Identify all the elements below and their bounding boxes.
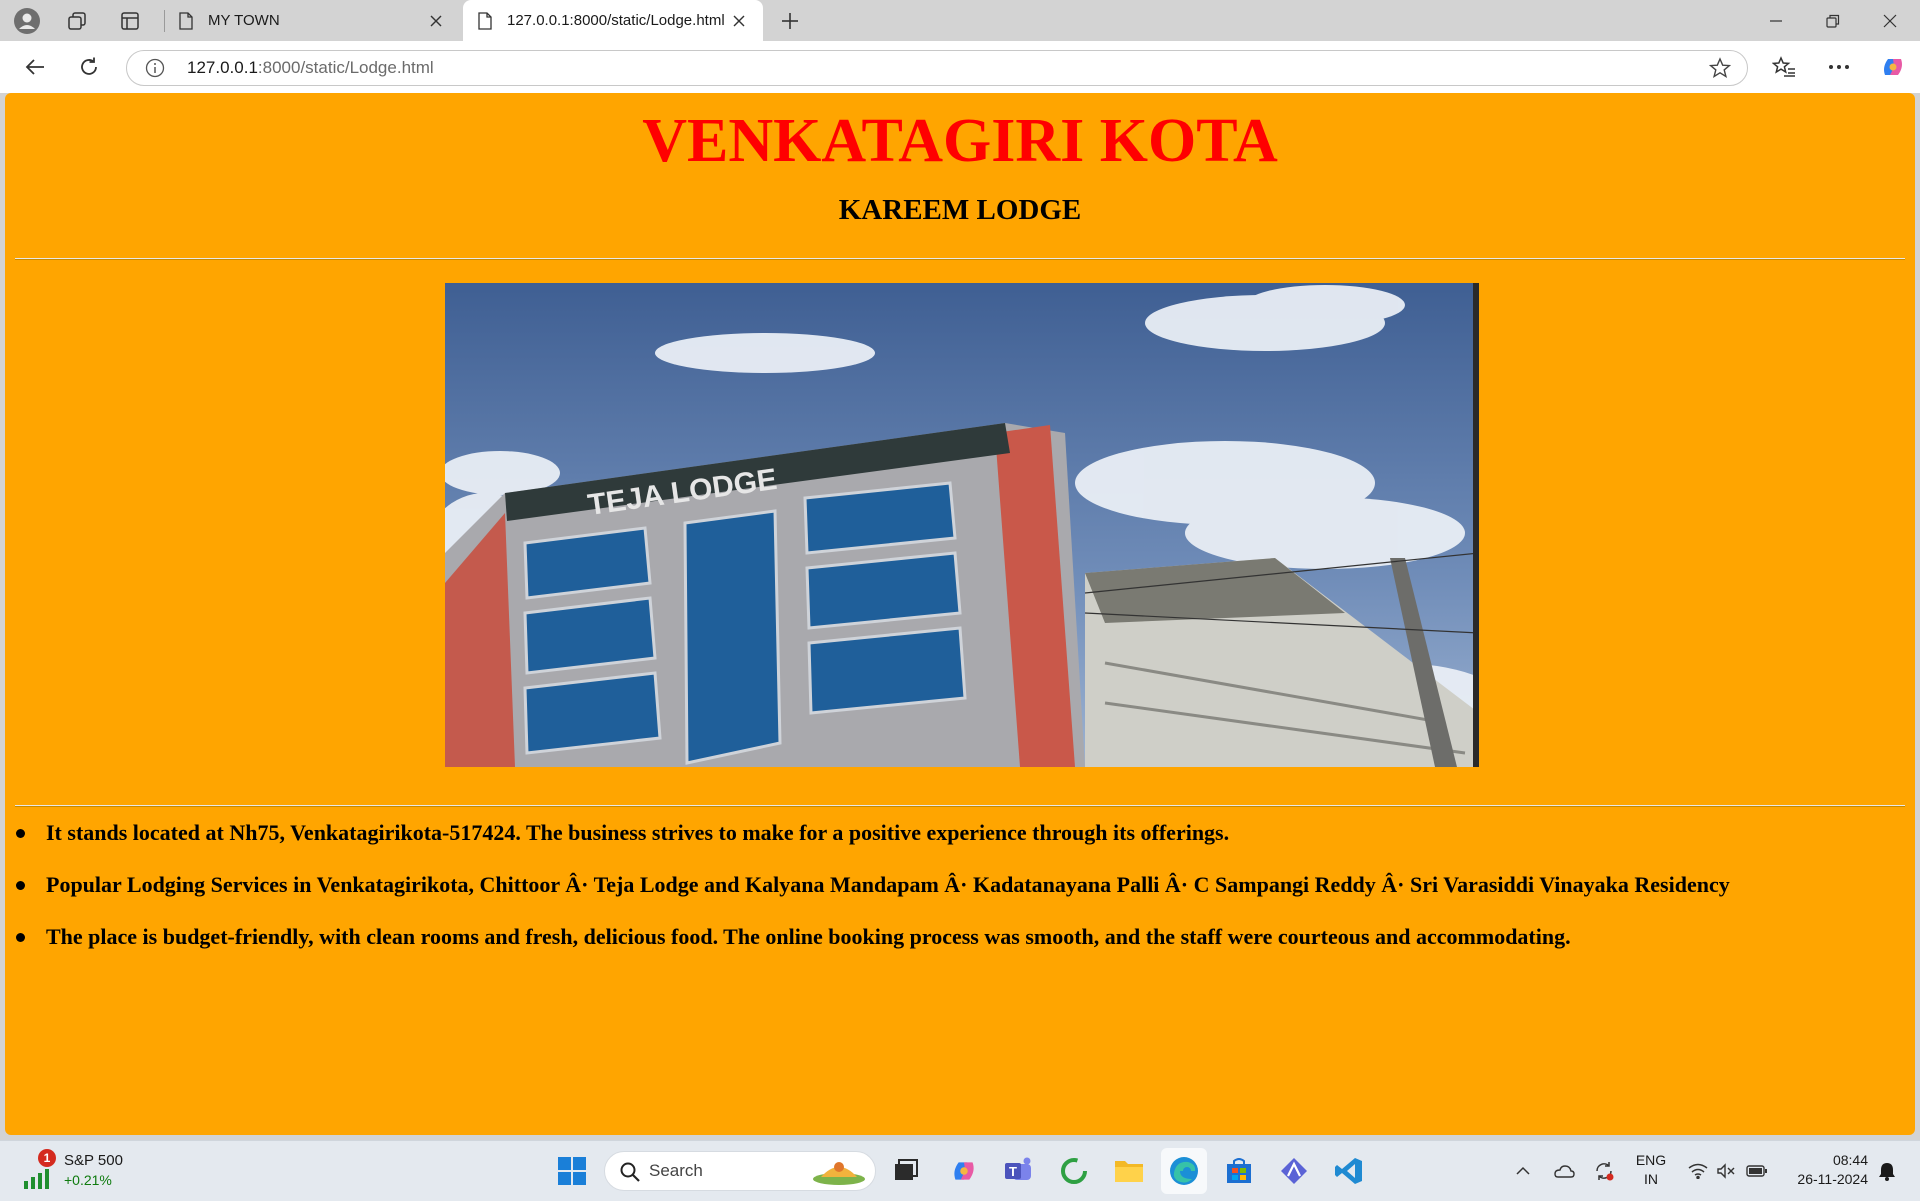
language-indicator[interactable]: ENG IN [1626,1151,1676,1189]
notification-badge: 1 [38,1149,56,1167]
search-placeholder: Search [649,1161,703,1180]
clock-time: 08:44 [1832,1152,1868,1168]
workspaces-icon[interactable] [62,6,92,36]
stock-widget[interactable]: 1 S&P 500 +0.21% [22,1149,142,1193]
page-icon [478,11,492,30]
url-text[interactable]: 127.0.0.1:8000/static/Lodge.html [187,51,434,85]
tab-my-town[interactable]: MY TOWN [164,0,460,41]
edge-icon[interactable] [1161,1148,1207,1194]
wifi-icon[interactable] [1684,1141,1712,1201]
tab-lodge[interactable]: 127.0.0.1:8000/static/Lodge.html [463,0,763,41]
stock-change: +0.21% [64,1172,112,1188]
stock-name: S&P 500 [64,1152,123,1169]
lodge-info-list: It stands located at Nh75, Venkatagiriko… [5,816,1915,972]
language-code: ENG [1635,1152,1667,1168]
page-viewport: VENKATAGIRI KOTA KAREEM LODGE TEJA LODGE… [5,93,1915,1135]
store-icon[interactable] [1216,1148,1262,1194]
lodge-name: KAREEM LODGE [838,194,1082,226]
show-hidden-icons-icon[interactable] [1508,1141,1538,1201]
stock-chart-icon [24,1169,49,1189]
close-tab-icon[interactable] [426,11,446,31]
close-tab-icon[interactable] [729,11,749,31]
start-icon[interactable] [549,1148,595,1194]
taskbar-search[interactable]: Search [604,1151,876,1191]
list-item: It stands located at Nh75, Venkatagiriko… [5,816,1915,868]
notifications-bell-icon[interactable] [1872,1141,1902,1201]
affinity-icon[interactable] [1271,1148,1317,1194]
lodge-photo: TEJA LODGE [445,283,1479,767]
system-clock[interactable]: 08:44 26-11-2024 [1778,1151,1868,1189]
region-code: IN [1644,1171,1658,1187]
copilot-app-icon[interactable] [941,1148,987,1194]
refresh-app-icon[interactable] [1051,1148,1097,1194]
taskbar: 1 S&P 500 +0.21% Search T ENG IN 08:44 2… [0,1140,1920,1201]
browser-toolbar: 127.0.0.1:8000/static/Lodge.html [0,41,1920,93]
url-host: 127.0.0.1 [187,58,258,77]
tab-strip: MY TOWN 127.0.0.1:8000/static/Lodge.html [0,0,1920,41]
page-title: VENKATAGIRI KOTA [642,107,1278,175]
tab-title: 127.0.0.1:8000/static/Lodge.html [507,12,725,29]
refresh-icon[interactable] [72,50,106,84]
minimize-icon[interactable] [1748,0,1804,41]
volume-muted-icon[interactable] [1712,1141,1740,1201]
favorites-icon[interactable] [1767,50,1801,84]
onedrive-icon[interactable] [1548,1141,1580,1201]
close-window-icon[interactable] [1862,0,1918,41]
back-icon[interactable] [18,50,52,84]
divider-bottom [15,805,1905,807]
site-info-icon[interactable] [145,58,165,78]
favorite-star-icon[interactable] [1709,57,1731,79]
search-icon [620,1162,640,1182]
list-item: The place is budget-friendly, with clean… [5,920,1915,972]
list-item: Popular Lodging Services in Venkatagirik… [5,868,1915,920]
tab-actions-icon[interactable] [115,6,145,36]
divider-top [15,258,1905,260]
clock-date: 26-11-2024 [1797,1171,1868,1187]
teams-icon[interactable]: T [996,1148,1042,1194]
svg-text:T: T [1009,1164,1017,1179]
task-view-icon[interactable] [883,1148,929,1194]
profile-icon[interactable] [12,6,42,36]
more-icon[interactable] [1822,50,1856,84]
search-highlight-icon [813,1162,865,1185]
battery-icon[interactable] [1742,1141,1772,1201]
restore-icon[interactable] [1805,0,1861,41]
sync-icon[interactable] [1588,1141,1620,1201]
file-explorer-icon[interactable] [1106,1148,1152,1194]
vscode-icon[interactable] [1326,1148,1372,1194]
page-icon [179,11,193,30]
url-path: :8000/static/Lodge.html [257,58,434,77]
tab-title: MY TOWN [208,12,280,29]
copilot-icon[interactable] [1876,50,1910,84]
new-tab-icon[interactable] [775,6,805,36]
address-bar[interactable]: 127.0.0.1:8000/static/Lodge.html [126,50,1748,86]
